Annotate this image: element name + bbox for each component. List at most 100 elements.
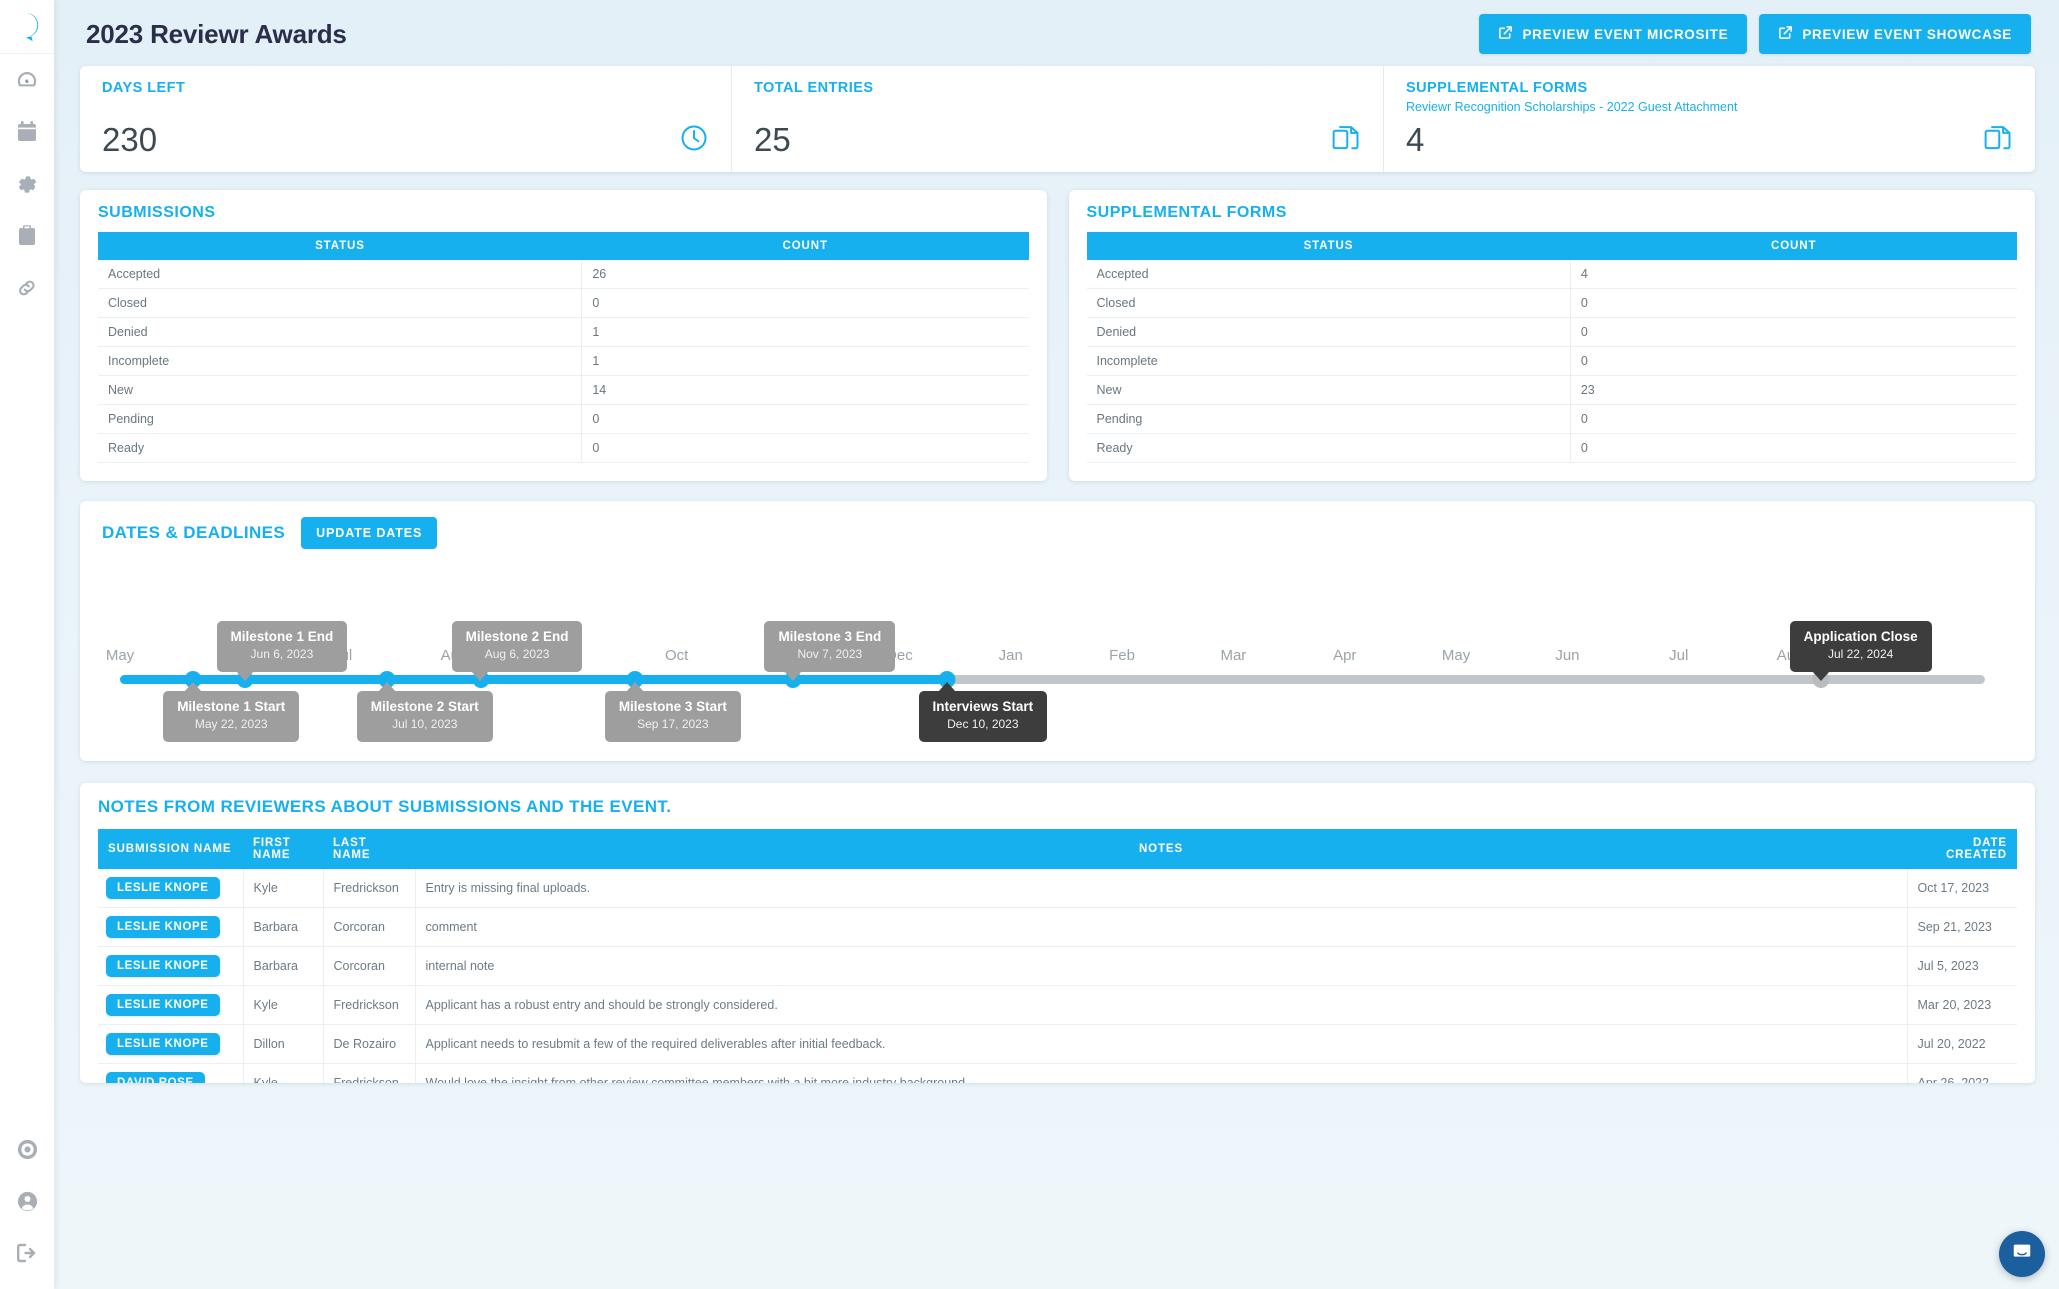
sidebar	[0, 0, 54, 1289]
flag-date: Aug 6, 2023	[484, 647, 550, 662]
timeline-month-label: Mar	[1220, 647, 1247, 664]
cell-last-name: Corcoran	[322, 907, 415, 947]
cell-count: 23	[1569, 375, 2017, 405]
notes-card: NOTES FROM REVIEWERS ABOUT SUBMISSIONS A…	[80, 783, 2035, 1083]
timeline-milestone-flag[interactable]: Milestone 2 Start Jul 10, 2023	[356, 681, 493, 743]
update-dates-button[interactable]: UPDATE DATES	[301, 517, 438, 549]
cell-date-created: Apr 26, 2022	[1906, 1063, 2017, 1083]
cell-date-created: Sep 21, 2023	[1906, 907, 2017, 947]
submission-name-pill[interactable]: LESLIE KNOPE	[106, 955, 220, 977]
table-row: Incomplete 1	[98, 346, 1029, 376]
timeline-month-label: Apr	[1333, 647, 1357, 664]
header-actions: PREVIEW EVENT MICROSITE PREVIEW EVENT SH…	[1479, 14, 2031, 54]
stat-card: DAYS LEFT 230	[80, 66, 732, 172]
sidebar-item-forms[interactable]	[0, 210, 54, 262]
cell-status: Closed	[98, 288, 582, 318]
flag-date: Dec 10, 2023	[947, 717, 1019, 732]
timeline-track[interactable]	[120, 675, 1985, 684]
submissions-table: STATUS COUNT Accepted 26 Closed 0 Denied 1 Inc…	[98, 232, 1029, 463]
preview-showcase-button[interactable]: PREVIEW EVENT SHOWCASE	[1759, 14, 2031, 54]
submission-name-pill[interactable]: LESLIE KNOPE	[106, 877, 220, 899]
sidebar-item-dashboard[interactable]	[0, 54, 54, 106]
table-row: Accepted 4	[1086, 260, 2017, 289]
submission-name-pill[interactable]: LESLIE KNOPE	[106, 994, 220, 1016]
col-status: STATUS	[1086, 232, 1571, 260]
timeline-header: DATES & DEADLINES UPDATE DATES	[102, 517, 2013, 549]
cell-submission-name: DAVID ROSE	[98, 1063, 243, 1083]
supplemental-title: SUPPLEMENTAL FORMS	[1086, 204, 1287, 221]
sidebar-item-calendar[interactable]	[0, 106, 54, 158]
timeline-milestone-flag[interactable]: Interviews Start Dec 10, 2023	[918, 681, 1048, 743]
supplemental-table: STATUS COUNT Accepted 4 Closed 0 Denied 0 Inco…	[1086, 232, 2017, 463]
flag-date: May 22, 2023	[194, 717, 268, 732]
cell-status: Closed	[1086, 288, 1571, 318]
timeline-milestone-flag[interactable]: Milestone 3 End Nov 7, 2023	[764, 620, 896, 682]
submission-name-pill[interactable]: DAVID ROSE	[106, 1072, 205, 1083]
timeline-milestone-flag[interactable]: Milestone 3 Start Sep 17, 2023	[604, 681, 741, 743]
flag-date: Nov 7, 2023	[797, 647, 863, 662]
table-row: Pending 0	[1086, 404, 2017, 434]
timeline-milestone-flag[interactable]: Milestone 1 Start May 22, 2023	[163, 681, 300, 743]
supplemental-card: SUPPLEMENTAL FORMS STATUS COUNT Accepted…	[1068, 190, 2035, 481]
table-row: Ready 0	[98, 433, 1029, 463]
cell-submission-name: LESLIE KNOPE	[98, 1024, 243, 1064]
table-row: Ready 0	[1086, 433, 2017, 463]
cell-first-name: Kyle	[242, 985, 323, 1025]
stat-label: DAYS LEFT	[102, 80, 186, 96]
cell-count: 0	[581, 288, 1029, 318]
col-count: COUNT	[581, 232, 1029, 260]
intercom-chat-button[interactable]	[1999, 1231, 2045, 1277]
notes-title: NOTES FROM REVIEWERS ABOUT SUBMISSIONS A…	[98, 797, 672, 816]
life-ring-icon	[16, 1138, 39, 1161]
copy-icon[interactable]	[1331, 123, 1361, 158]
cell-note: Entry is missing final uploads.	[414, 869, 1907, 908]
table-row: LESLIE KNOPE Kyle Fredrickson Applicant has…	[98, 985, 2017, 1025]
cell-count: 1	[581, 317, 1029, 347]
sidebar-item-support[interactable]	[0, 1123, 54, 1175]
sidebar-item-settings[interactable]	[0, 158, 54, 210]
cell-first-name: Dillon	[242, 1024, 323, 1064]
submission-name-pill[interactable]: LESLIE KNOPE	[106, 1033, 220, 1055]
cell-date-created: Jul 5, 2023	[1906, 946, 2017, 986]
submission-name-pill[interactable]: LESLIE KNOPE	[106, 916, 220, 938]
flag-title: Milestone 1 End	[230, 628, 334, 644]
table-row: LESLIE KNOPE Barbara Corcoran internal note…	[98, 946, 2017, 986]
timeline-milestone-flag[interactable]: Milestone 1 End Jun 6, 2023	[216, 620, 348, 682]
cell-last-name: Corcoran	[322, 946, 415, 986]
cell-count: 0	[1569, 317, 2017, 347]
timeline-month-label: Jul	[1669, 647, 1689, 664]
stats-row: DAYS LEFT 230 TOTAL ENTRIES 25 SUPPLEMENTAL …	[80, 66, 2035, 172]
flag-date: Jul 10, 2023	[392, 717, 458, 732]
col-count: COUNT	[1570, 232, 2017, 260]
sidebar-item-account[interactable]	[0, 1175, 54, 1227]
cell-count: 0	[1569, 433, 2017, 463]
flag-date: Sep 17, 2023	[637, 717, 709, 732]
table-row: Incomplete 0	[1086, 346, 2017, 376]
table-row: Pending 0	[98, 404, 1029, 434]
cell-last-name: Fredrickson	[322, 985, 415, 1025]
user-circle-icon	[16, 1190, 39, 1213]
gauge-icon	[15, 68, 39, 92]
preview-microsite-button[interactable]: PREVIEW EVENT MICROSITE	[1479, 14, 1748, 54]
sidebar-item-links[interactable]	[0, 262, 54, 314]
page-title: 2023 Reviewr Awards	[86, 18, 347, 49]
timeline-month-label: Feb	[1109, 647, 1135, 664]
table-row: Accepted 26	[98, 260, 1029, 289]
chat-icon	[2011, 1241, 2033, 1268]
cell-first-name: Barbara	[242, 907, 323, 947]
clock-icon[interactable]	[679, 123, 709, 158]
timeline-milestone-flag[interactable]: Milestone 2 End Aug 6, 2023	[451, 620, 583, 682]
stat-sublabel[interactable]: Reviewr Recognition Scholarships - 2022 …	[1406, 100, 2013, 114]
col-status: STATUS	[98, 232, 582, 260]
copy-icon[interactable]	[1983, 123, 2013, 158]
timeline-milestone-flag[interactable]: Application Close Jul 22, 2024	[1789, 620, 1932, 682]
cell-last-name: De Rozairo	[322, 1024, 415, 1064]
page-header: 2023 Reviewr Awards PREVIEW EVENT MICROS…	[54, 0, 2059, 60]
sidebar-item-logout[interactable]	[0, 1227, 54, 1279]
table-row: New 14	[98, 375, 1029, 405]
cell-status: Denied	[1086, 317, 1571, 347]
timeline-month-label: Jan	[998, 647, 1023, 664]
app-logo[interactable]	[0, 0, 54, 54]
link-icon	[15, 276, 39, 300]
dates-deadlines-card: DATES & DEADLINES UPDATE DATES May Jun Jul…	[80, 501, 2035, 761]
